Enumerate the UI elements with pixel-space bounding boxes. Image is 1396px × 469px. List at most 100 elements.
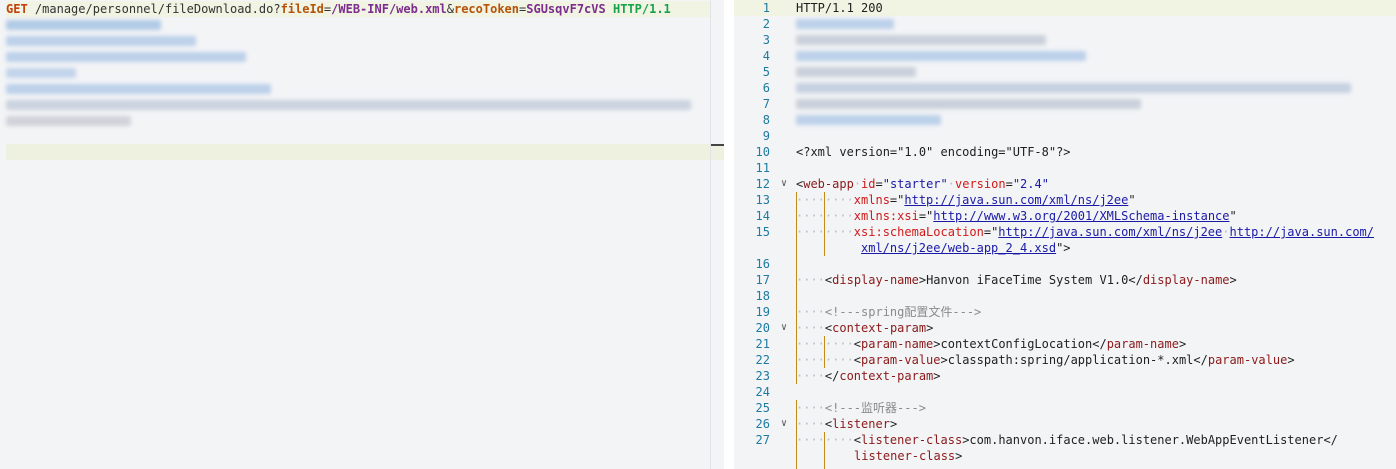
attribute-value: "2.4" <box>1012 177 1049 191</box>
context-param-close: ····</context-param> <box>796 369 941 383</box>
fold-chevron-icon[interactable]: ∨ <box>778 416 790 432</box>
fold-chevron-icon[interactable]: ∨ <box>778 176 790 192</box>
tag-name: listener <box>832 417 890 431</box>
redacted-header <box>6 100 691 110</box>
namespace-link[interactable]: http://java.sun.com/ <box>1230 225 1375 239</box>
line-number: 11 <box>755 161 770 175</box>
line-number: 10 <box>755 145 770 159</box>
line-number: 5 <box>762 65 770 79</box>
line-number: 27 <box>755 433 770 447</box>
line-number: 15 <box>755 225 770 239</box>
attribute-name: version <box>955 177 1006 191</box>
param-name-value: contextConfigLocation <box>940 337 1093 351</box>
request-amp: & <box>446 2 454 16</box>
request-protocol: HTTP/1.1 <box>612 2 671 16</box>
request-method: GET <box>6 2 28 16</box>
request-param-value: SGUsqvF7cVS <box>526 2 606 16</box>
line-number: 13 <box>755 193 770 207</box>
attribute-name: xmlns <box>853 193 890 207</box>
param-value-value: classpath:spring/application-*.xml <box>947 353 1194 367</box>
status-line-text: HTTP/1.1 200 <box>796 1 883 15</box>
pane-border <box>710 0 711 469</box>
redacted-header <box>796 115 941 125</box>
schema-location-attribute: ········xsi:schemaLocation="http://java.… <box>796 225 1375 239</box>
listener-class-value: com.hanvon.iface.web.listener.WebAppEven… <box>969 433 1324 447</box>
line-number: 22 <box>755 353 770 367</box>
indent-guide <box>824 192 825 256</box>
param-value-element: ········<param-value>classpath:spring/ap… <box>796 353 1295 367</box>
text-cursor <box>710 144 724 146</box>
attribute-name: id <box>861 177 876 191</box>
request-pane[interactable]: GET /manage/personnel/fileDownload.do?fi… <box>0 0 724 469</box>
request-param-value: /WEB-INF/web.xml <box>331 2 447 16</box>
fold-chevron-icon[interactable]: ∨ <box>778 320 790 336</box>
web-app-open-tag: <web-app·id="starter"·version="2.4" <box>796 177 1049 191</box>
xmlns-attribute: ········xmlns="http://java.sun.com/xml/n… <box>796 193 1136 207</box>
listener-class-wrap: listener-class> <box>854 449 963 463</box>
namespace-link[interactable]: http://java.sun.com/xml/ns/j2ee <box>904 193 1128 207</box>
request-path: /manage/personnel/fileDownload.do? <box>34 2 281 16</box>
tag-name: context-param <box>832 321 927 335</box>
namespace-link[interactable]: http://www.w3.org/2001/XMLSchema-instanc… <box>933 209 1229 223</box>
line-number: 19 <box>755 305 770 319</box>
indent-guide <box>796 400 797 469</box>
tag-name: param-name <box>861 337 934 351</box>
listener-open: ····<listener> <box>796 417 898 431</box>
line-number: 1 <box>762 1 770 15</box>
schema-location-wrap: xml/ns/j2ee/web-app_2_4.xsd"> <box>861 241 1071 255</box>
attribute-name: xmlns:xsi <box>853 209 919 223</box>
response-pane[interactable]: 1 2 3 4 5 6 7 8 9 10 11 12 13 14 15 16 1… <box>734 0 1396 469</box>
comment-spring: ····<!---spring配置文件---> <box>796 305 982 319</box>
namespace-link[interactable]: http://java.sun.com/xml/ns/j2ee <box>998 225 1222 239</box>
request-param-key: recoToken <box>453 2 520 16</box>
redacted-header <box>6 52 246 62</box>
indent-guide <box>824 336 825 368</box>
line-number: 25 <box>755 401 770 415</box>
redacted-header <box>6 36 196 46</box>
redacted-header <box>6 20 161 30</box>
line-number: 4 <box>762 49 770 63</box>
indent-guide <box>796 192 797 384</box>
comment-text: <!---spring配置文件---> <box>824 305 982 319</box>
line-number: 2 <box>762 17 770 31</box>
line-number: 6 <box>762 81 770 95</box>
indent-guide <box>824 432 825 469</box>
redacted-header <box>6 84 271 94</box>
line-number: 23 <box>755 369 770 383</box>
line-number: 16 <box>755 257 770 271</box>
tag-name: listener-class <box>861 433 963 447</box>
line-number: 24 <box>755 385 770 399</box>
listener-class-element: ········<listener-class>com.hanvon.iface… <box>796 433 1338 447</box>
line-number: 3 <box>762 33 770 47</box>
xml-declaration-text: <?xml version="1.0" encoding="UTF-8"?> <box>796 145 1071 159</box>
request-param-key: fileId <box>280 2 324 16</box>
redacted-header <box>6 116 131 126</box>
current-line-highlight <box>6 144 724 160</box>
line-number: 14 <box>755 209 770 223</box>
comment-listener: ····<!---监听器---> <box>796 401 926 415</box>
comment-text: <!---监听器---> <box>824 401 926 415</box>
line-number: 21 <box>755 337 770 351</box>
display-name-value: Hanvon iFaceTime System V1.0 <box>926 273 1129 287</box>
pane-splitter[interactable] <box>724 0 734 469</box>
xmlns-xsi-attribute: ········xmlns:xsi="http://www.w3.org/200… <box>796 209 1237 223</box>
tag-name: param-value <box>861 353 941 367</box>
param-name-element: ········<param-name>contextConfigLocatio… <box>796 337 1187 351</box>
attribute-value: "starter" <box>882 177 948 191</box>
tag-name: web-app <box>803 177 854 191</box>
status-line: HTTP/1.1 200 <box>796 0 883 16</box>
xml-declaration: <?xml version="1.0" encoding="UTF-8"?> <box>796 144 1071 160</box>
line-number: 8 <box>762 113 770 127</box>
line-number: 20 <box>755 321 770 335</box>
context-param-open: ····<context-param> <box>796 321 934 335</box>
line-number: 12 <box>755 177 770 191</box>
line-number: 17 <box>755 273 770 287</box>
redacted-header <box>796 67 916 77</box>
line-number: 7 <box>762 97 770 111</box>
namespace-link[interactable]: xml/ns/j2ee/web-app_2_4.xsd <box>861 241 1056 255</box>
redacted-header <box>796 19 894 29</box>
line-number: 9 <box>762 129 770 143</box>
redacted-header <box>796 51 1086 61</box>
redacted-header <box>796 99 1141 109</box>
redacted-header <box>796 83 1351 93</box>
